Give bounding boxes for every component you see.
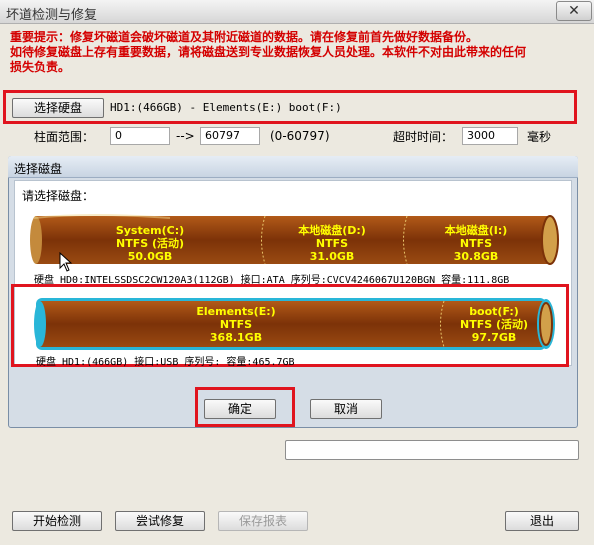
partition-f[interactable]: boot(F:) NTFS (活动) 97.7GB	[448, 305, 540, 344]
partition-c[interactable]: System(C:) NTFS (活动) 50.0GB	[90, 224, 210, 263]
selected-disk-text: HD1:(466GB) - Elements(E:) boot(F:)	[110, 101, 342, 114]
warning-line-3: 损失负责。	[10, 60, 71, 74]
mouse-cursor-icon	[59, 252, 73, 272]
timeout-input[interactable]: 3000	[462, 127, 518, 145]
partition-d-size: 31.0GB	[309, 250, 355, 263]
partition-d[interactable]: 本地磁盘(D:) NTFS 31.0GB	[272, 224, 392, 263]
partition-f-name: boot(F:)	[469, 305, 519, 318]
dialog-prompt: 请选择磁盘：	[22, 189, 95, 203]
disk0-left-cap	[30, 216, 42, 264]
window-title: 坏道检测与修复	[6, 8, 98, 23]
partition-e-fs: NTFS	[219, 318, 253, 331]
cylinder-range-label: 柱面范围：	[34, 130, 95, 144]
partition-f-size: 97.7GB	[471, 331, 517, 344]
try-repair-button[interactable]: 尝试修复	[115, 511, 205, 531]
timeout-label: 超时时间：	[393, 130, 454, 144]
cylinder-end-input[interactable]: 60797	[200, 127, 260, 145]
exit-button[interactable]: 退出	[505, 511, 579, 531]
dialog-title-bar: 选择磁盘	[8, 156, 578, 178]
partition-f-fs: NTFS (活动)	[459, 318, 529, 331]
disk0-right-cap	[541, 215, 559, 265]
partition-c-fs: NTFS (活动)	[115, 237, 185, 250]
status-field	[285, 440, 579, 460]
partition-c-name: System(C:)	[115, 224, 185, 237]
disk1-left-cap	[34, 301, 46, 347]
partition-i-name: 本地磁盘(I:)	[444, 224, 508, 237]
cylinder-range-hint: (0-60797)	[270, 129, 330, 143]
partition-e-name: Elements(E:)	[196, 305, 276, 318]
close-button[interactable]: ✕	[556, 1, 592, 21]
disk1-right-cap	[539, 302, 553, 346]
partition-e[interactable]: Elements(E:) NTFS 368.1GB	[166, 305, 306, 344]
title-bar: 坏道检测与修复 ✕	[0, 0, 594, 24]
timeout-unit: 毫秒	[527, 130, 552, 144]
warning-line-1: 重要提示：修复坏磁道会破坏磁道及其附近磁道的数据。请在修复前首先做好数据备份。	[10, 30, 479, 44]
partition-i[interactable]: 本地磁盘(I:) NTFS 30.8GB	[414, 224, 538, 263]
partition-c-size: 50.0GB	[127, 250, 173, 263]
cancel-button[interactable]: 取消	[310, 399, 382, 419]
dialog-title: 选择磁盘	[14, 162, 63, 176]
disk1-info: 硬盘 HD1:(466GB) 接口:USB 序列号: 容量:465.7GB	[36, 357, 295, 368]
warning-line-2: 如待修复磁盘上存有重要数据，请将磁盘送到专业数据恢复人员处理。本软件不对由此带来…	[10, 45, 527, 59]
partition-i-fs: NTFS	[459, 237, 493, 250]
partition-e-size: 368.1GB	[209, 331, 263, 344]
cylinder-start-input[interactable]: 0	[110, 127, 170, 145]
partition-i-size: 30.8GB	[453, 250, 499, 263]
warning-text: 重要提示：修复坏磁道会破坏磁道及其附近磁道的数据。请在修复前首先做好数据备份。 …	[10, 30, 585, 75]
partition-d-name: 本地磁盘(D:)	[298, 224, 366, 237]
range-arrow: -->	[176, 129, 195, 143]
select-disk-button[interactable]: 选择硬盘	[12, 98, 104, 118]
start-scan-button[interactable]: 开始检测	[12, 511, 102, 531]
save-report-button[interactable]: 保存报表	[218, 511, 308, 531]
partition-d-fs: NTFS	[315, 237, 349, 250]
ok-button[interactable]: 确定	[204, 399, 276, 419]
